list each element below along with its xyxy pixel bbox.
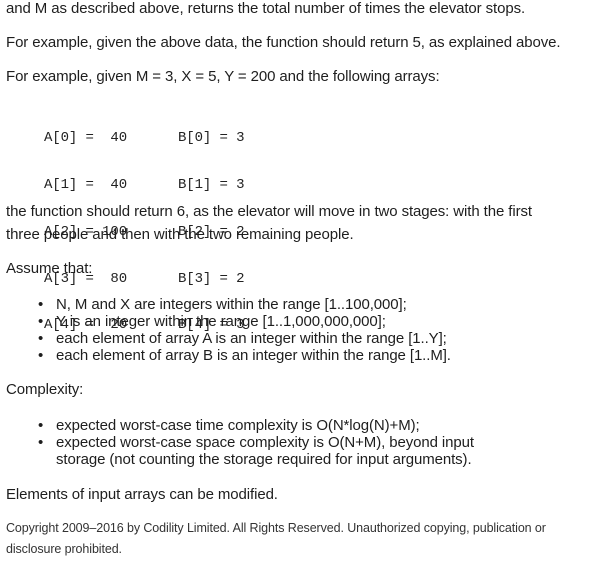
heading-assume: Assume that: [6, 260, 93, 277]
paragraph-example-2-intro: For example, given M = 3, X = 5, Y = 200… [6, 68, 440, 85]
code-row: A[0] = 40 B[0] = 3 [44, 130, 245, 147]
list-item: • each element of array B is an integer w… [38, 347, 451, 364]
array-b-value: B[1] = 3 [178, 176, 245, 193]
array-b-value: B[3] = 2 [178, 270, 245, 287]
array-a-value: A[1] = 40 [44, 176, 128, 193]
list-item-continuation: storage (not counting the storage requir… [56, 451, 472, 468]
paragraph-example-1: For example, given the above data, the f… [6, 34, 561, 51]
list-item: • N, M and X are integers within the rang… [38, 296, 407, 313]
bullet-icon: • [38, 417, 44, 434]
copyright-notice: Copyright 2009–2016 by Codility Limited.… [6, 521, 546, 556]
complexity-list: • expected worst-case time complexity is … [38, 417, 474, 468]
paragraph-result-line-2: three people and then with the two remai… [6, 226, 354, 243]
bullet-icon: • [38, 434, 44, 451]
array-b-value: B[0] = 3 [178, 130, 245, 147]
heading-complexity: Complexity: [6, 381, 84, 398]
array-a-value: A[0] = 40 [44, 130, 128, 147]
paragraph-return-description: and M as described above, returns the to… [6, 0, 526, 17]
paragraph-result-line-1: the function should return 6, as the ele… [6, 203, 532, 220]
list-item: • expected worst-case space complexity is… [38, 434, 474, 451]
bullet-icon: • [38, 313, 44, 330]
code-row: A[1] = 40 B[1] = 3 [44, 176, 245, 194]
list-item: • each element of array A is an integer w… [38, 330, 447, 347]
task-description: and M as described above, returns the to… [0, 0, 608, 563]
bullet-icon: • [38, 296, 44, 313]
bullet-icon: • [38, 347, 44, 364]
bullet-icon: • [38, 330, 44, 347]
list-item: • Y is an integer within the range [1..1,… [38, 313, 386, 330]
paragraph-modifiable: Elements of input arrays can be modified… [6, 486, 278, 503]
assumptions-list: • N, M and X are integers within the rang… [38, 296, 451, 364]
list-item: • expected worst-case time complexity is … [38, 417, 420, 434]
